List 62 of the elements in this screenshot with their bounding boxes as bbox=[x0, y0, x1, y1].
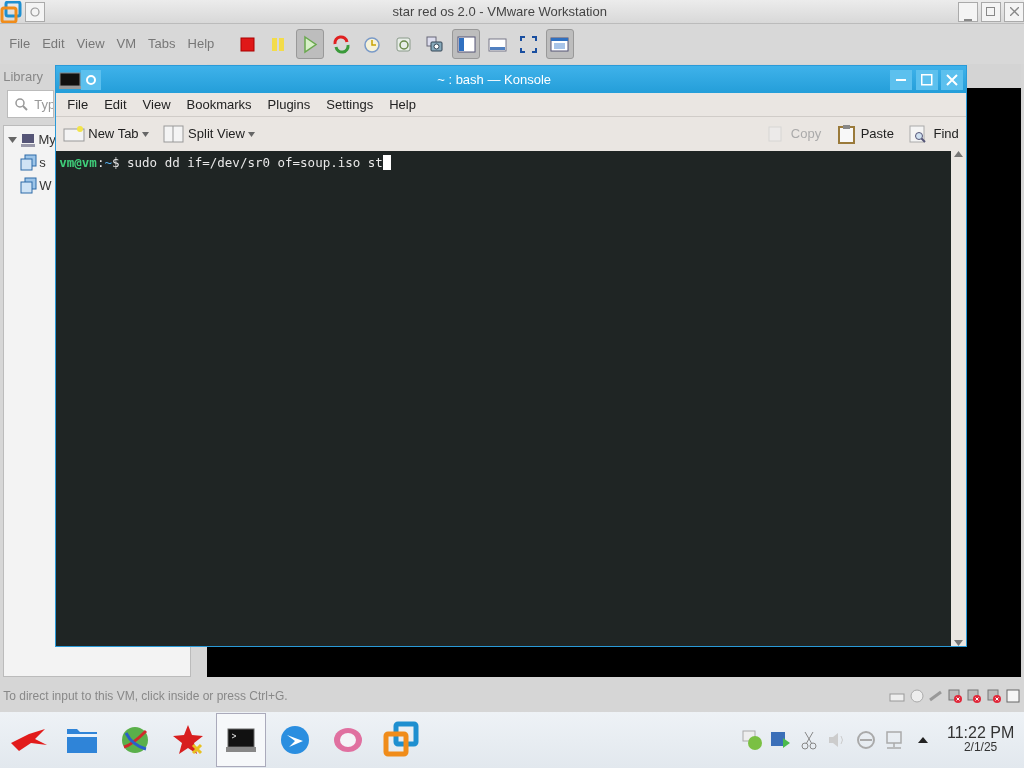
close-button[interactable] bbox=[940, 69, 963, 90]
scrollbar[interactable] bbox=[951, 151, 966, 646]
toolbar-button[interactable]: Split View bbox=[159, 124, 259, 144]
close-button[interactable] bbox=[1004, 1, 1024, 22]
window-title: ~ : bash — Konsole bbox=[436, 70, 553, 89]
menu-item[interactable]: File bbox=[59, 94, 97, 115]
vm-play-icon[interactable] bbox=[769, 729, 792, 751]
clock-date[interactable]: 2/1/25 bbox=[963, 741, 998, 755]
split-view-icon bbox=[163, 124, 186, 144]
close-icon bbox=[1009, 7, 1019, 16]
terminal-line: vm@vm:~$ sudo dd if=/dev/sr0 of=soup.iso st bbox=[59, 154, 391, 173]
usb-device-icon[interactable] bbox=[947, 688, 963, 704]
menu-item[interactable]: Settings bbox=[318, 94, 382, 115]
camera-icon bbox=[424, 33, 446, 55]
status-text: To direct input to this VM, click inside or press Ctrl+G. bbox=[3, 688, 289, 705]
collapse-arrow-icon[interactable] bbox=[7, 135, 17, 145]
window-menu-button[interactable] bbox=[25, 1, 46, 22]
new-tab-icon bbox=[63, 124, 86, 144]
search-icon bbox=[14, 97, 29, 111]
vm-icon bbox=[20, 176, 38, 194]
menu-item[interactable]: View bbox=[134, 94, 179, 115]
scroll-down-icon[interactable] bbox=[954, 640, 963, 646]
window-title: star red os 2.0 - VMware Workstation bbox=[391, 2, 608, 21]
menu-item[interactable]: Bookmarks bbox=[178, 94, 260, 115]
tree-item[interactable]: My bbox=[38, 130, 56, 150]
toolbar-button[interactable] bbox=[295, 29, 324, 59]
minimize-button[interactable] bbox=[890, 69, 913, 90]
cd-icon[interactable] bbox=[908, 688, 925, 704]
toolbar-button[interactable] bbox=[452, 29, 481, 59]
scroll-up-icon[interactable] bbox=[954, 151, 963, 157]
toolbar-button[interactable]: New Tab bbox=[59, 124, 153, 144]
clock-time[interactable]: 11:22 PM bbox=[946, 725, 1015, 742]
menu-item[interactable]: Edit bbox=[96, 94, 135, 115]
app-logo-icon bbox=[0, 0, 22, 23]
minimize-icon bbox=[896, 78, 907, 81]
clipboard-icon bbox=[835, 124, 858, 144]
close-icon bbox=[945, 73, 958, 86]
terminal-area[interactable]: vm@vm:~$ sudo dd if=/dev/sr0 of=soup.iso st bbox=[56, 151, 951, 646]
sidebar-icon bbox=[455, 33, 477, 55]
vm-icon bbox=[20, 153, 38, 171]
overlapping-squares-icon bbox=[382, 721, 420, 759]
printer-icon[interactable] bbox=[966, 688, 983, 704]
minimize-icon bbox=[963, 18, 972, 21]
tree-item[interactable]: W bbox=[39, 175, 52, 195]
vm-screen[interactable] bbox=[964, 88, 1021, 645]
fullscreen-icon bbox=[518, 33, 540, 55]
toolbar-button[interactable] bbox=[545, 29, 574, 59]
maximize-icon bbox=[920, 73, 933, 86]
toolbar-button[interactable]: Paste bbox=[831, 124, 898, 144]
tree-item[interactable]: s bbox=[39, 152, 46, 172]
maximize-button[interactable] bbox=[915, 69, 938, 90]
computer-icon bbox=[19, 131, 36, 148]
menu-item[interactable]: Help bbox=[381, 94, 424, 115]
minimize-button[interactable] bbox=[957, 1, 978, 22]
menu-item[interactable]: Plugins bbox=[259, 94, 319, 115]
maximize-button[interactable] bbox=[980, 1, 1001, 22]
terminal-icon bbox=[59, 70, 82, 89]
toolbar-button[interactable]: Find bbox=[904, 124, 963, 144]
taskbar-button[interactable] bbox=[216, 713, 267, 767]
sound-card-icon[interactable] bbox=[985, 688, 1002, 704]
maximize-icon bbox=[986, 7, 996, 16]
panel-title: Library bbox=[3, 68, 43, 87]
